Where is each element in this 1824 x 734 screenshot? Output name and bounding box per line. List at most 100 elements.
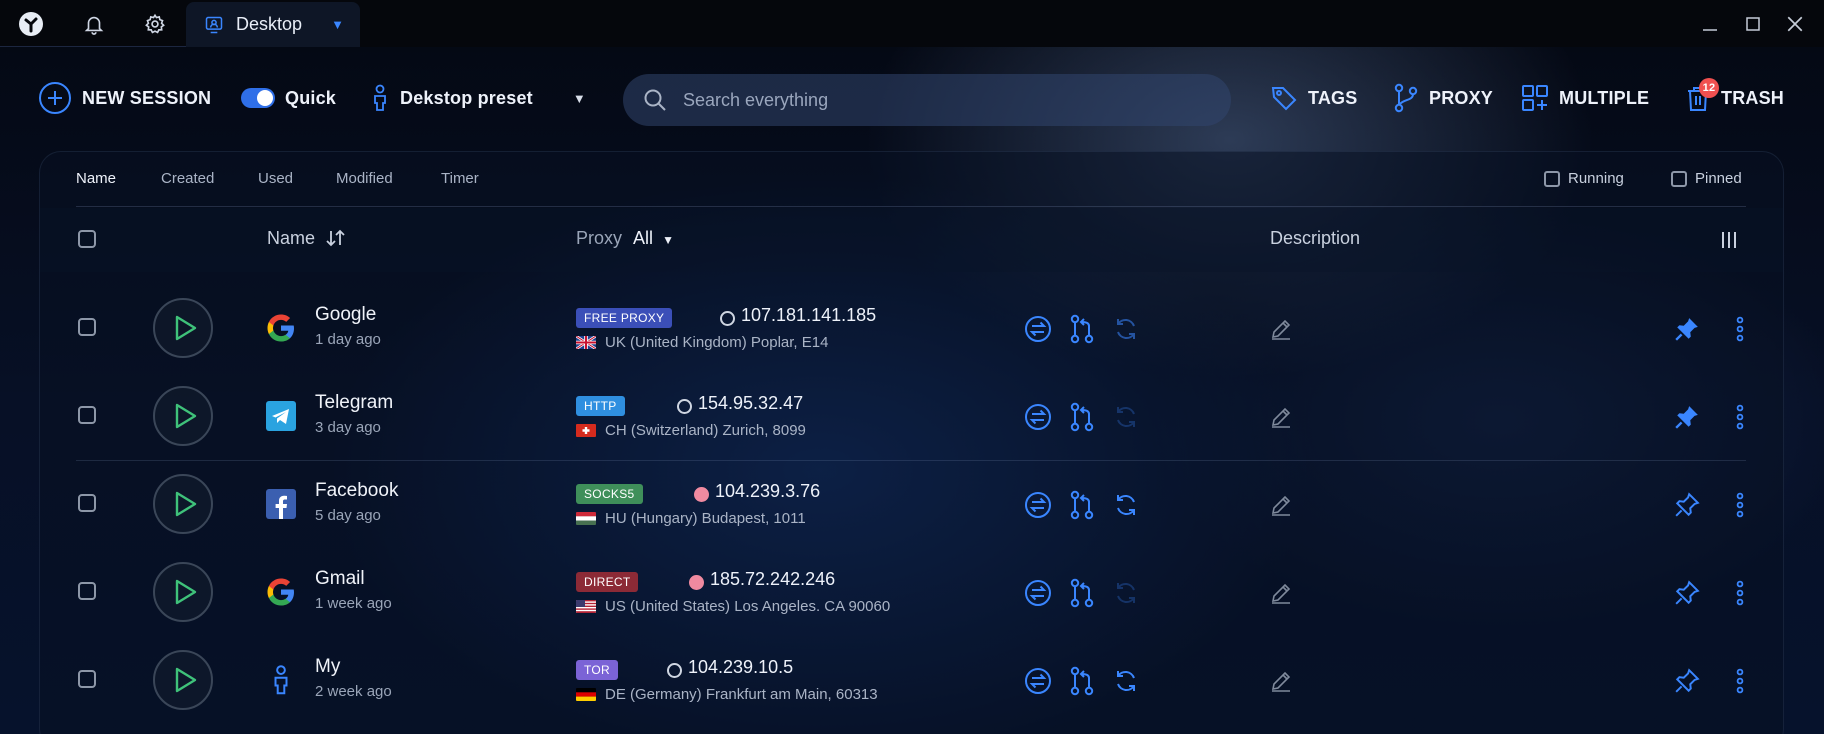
proxy-location-text: CH (Switzerland) Zurich, 8099 — [605, 422, 806, 439]
row-checkbox[interactable] — [78, 406, 96, 424]
app-logo-icon[interactable] — [7, 8, 55, 40]
row-checkbox[interactable] — [78, 318, 96, 336]
tag-icon — [1271, 87, 1297, 111]
session-name[interactable]: Google — [315, 304, 376, 326]
pin-icon — [1674, 404, 1700, 430]
session-row[interactable]: Gmail 1 week ago DIRECT 185.72.242.246 U… — [40, 548, 1783, 636]
preset-label: Dekstop preset — [400, 87, 533, 108]
proxy-filter-value[interactable]: All — [633, 228, 653, 248]
sort-tab-used[interactable]: Used — [258, 170, 293, 187]
toggle-switch[interactable] — [241, 88, 275, 108]
pin-button[interactable] — [1672, 578, 1702, 608]
edit-description-button[interactable] — [1266, 578, 1296, 608]
proxy-type-badge: DIRECT — [576, 572, 639, 592]
running-checkbox[interactable] — [1544, 170, 1560, 187]
new-session-button[interactable]: NEW SESSION — [38, 70, 211, 126]
more-options-button[interactable] — [1725, 578, 1755, 608]
proxy-chain-button[interactable] — [1067, 666, 1097, 696]
google-logo-icon — [264, 575, 298, 609]
columns-icon[interactable] — [1720, 230, 1738, 255]
filter-running[interactable]: Running — [1544, 170, 1624, 187]
gear-icon[interactable] — [131, 8, 179, 40]
branch-icon — [1069, 402, 1095, 432]
bell-icon[interactable] — [70, 8, 118, 40]
swap-proxy-button[interactable] — [1023, 666, 1053, 696]
row-checkbox[interactable] — [78, 494, 96, 512]
more-options-button[interactable] — [1725, 314, 1755, 344]
sort-tab-name[interactable]: Name — [76, 170, 116, 187]
caret-down-icon[interactable]: ▼ — [573, 91, 586, 106]
play-icon — [172, 666, 198, 694]
sort-tab-timer[interactable]: Timer — [441, 170, 479, 187]
play-button[interactable] — [153, 562, 213, 622]
edit-description-button[interactable] — [1266, 314, 1296, 344]
swap-proxy-button[interactable] — [1023, 490, 1053, 520]
rotate-ip-button[interactable] — [1111, 402, 1141, 432]
proxy-chain-button[interactable] — [1067, 402, 1097, 432]
close-icon[interactable] — [1777, 8, 1813, 40]
more-options-button[interactable] — [1725, 402, 1755, 432]
edit-description-button[interactable] — [1266, 490, 1296, 520]
pin-button[interactable] — [1672, 402, 1702, 432]
edit-description-button[interactable] — [1266, 666, 1296, 696]
proxy-chain-button[interactable] — [1067, 314, 1097, 344]
filter-pinned[interactable]: Pinned — [1671, 170, 1742, 187]
proxy-chain-button[interactable] — [1067, 578, 1097, 608]
rotate-ip-button[interactable] — [1111, 578, 1141, 608]
rotate-ip-button[interactable] — [1111, 314, 1141, 344]
session-row[interactable]: Telegram 3 day ago HTTP 154.95.32.47 CH … — [40, 372, 1783, 460]
edit-description-button[interactable] — [1266, 402, 1296, 432]
de-flag-icon — [576, 688, 596, 701]
session-time: 3 day ago — [315, 419, 381, 436]
rotate-ip-button[interactable] — [1111, 490, 1141, 520]
tags-label: TAGS — [1308, 87, 1358, 108]
swap-proxy-button[interactable] — [1023, 578, 1053, 608]
proxy-column-header[interactable]: Proxy All ▼ — [576, 228, 674, 249]
proxy-location-text: UK (United Kingdom) Poplar, E14 — [605, 334, 829, 351]
name-column-header[interactable]: Name — [267, 228, 348, 249]
session-row[interactable]: My 2 week ago TOR 104.239.10.5 DE (Germa… — [40, 636, 1783, 724]
proxy-chain-button[interactable] — [1067, 490, 1097, 520]
session-row[interactable]: Google 1 day ago FREE PROXY 107.181.141.… — [40, 284, 1783, 372]
more-options-button[interactable] — [1725, 666, 1755, 696]
refresh-icon — [1112, 403, 1140, 431]
swap-proxy-button[interactable] — [1023, 314, 1053, 344]
proxy-type-badge: SOCKS5 — [576, 484, 643, 504]
session-name[interactable]: My — [315, 656, 340, 678]
more-options-button[interactable] — [1725, 490, 1755, 520]
select-all-checkbox[interactable] — [78, 230, 96, 248]
tab-desktop[interactable]: Desktop ▼ — [186, 2, 360, 47]
play-button[interactable] — [153, 474, 213, 534]
minimize-icon[interactable] — [1692, 8, 1728, 40]
swap-icon — [1024, 315, 1052, 343]
proxy-button[interactable]: PROXY — [1393, 70, 1493, 126]
pin-button[interactable] — [1672, 490, 1702, 520]
row-checkbox[interactable] — [78, 582, 96, 600]
sort-tab-created[interactable]: Created — [161, 170, 214, 187]
session-row[interactable]: Facebook 5 day ago SOCKS5 104.239.3.76 H… — [40, 460, 1783, 548]
session-name[interactable]: Telegram — [315, 392, 393, 414]
pin-button[interactable] — [1672, 314, 1702, 344]
maximize-icon[interactable] — [1735, 8, 1771, 40]
caret-down-icon[interactable]: ▼ — [331, 17, 344, 32]
row-checkbox[interactable] — [78, 670, 96, 688]
caret-down-icon[interactable]: ▼ — [662, 233, 674, 247]
play-button[interactable] — [153, 650, 213, 710]
ch-flag-icon — [576, 424, 596, 437]
preset-selector[interactable]: Dekstop preset ▼ — [370, 70, 586, 126]
quick-toggle[interactable]: Quick — [241, 70, 336, 126]
swap-proxy-button[interactable] — [1023, 402, 1053, 432]
play-button[interactable] — [153, 298, 213, 358]
play-button[interactable] — [153, 386, 213, 446]
session-name[interactable]: Facebook — [315, 480, 398, 502]
pin-button[interactable] — [1672, 666, 1702, 696]
session-name[interactable]: Gmail — [315, 568, 365, 590]
trash-button[interactable]: 12 TRASH — [1685, 70, 1784, 126]
pinned-checkbox[interactable] — [1671, 170, 1687, 187]
sort-tab-modified[interactable]: Modified — [336, 170, 393, 187]
multiple-button[interactable]: MULTIPLE — [1521, 70, 1649, 126]
search-input[interactable] — [683, 89, 1183, 111]
sort-arrows-icon[interactable] — [324, 228, 348, 248]
rotate-ip-button[interactable] — [1111, 666, 1141, 696]
tags-button[interactable]: TAGS — [1270, 70, 1357, 126]
